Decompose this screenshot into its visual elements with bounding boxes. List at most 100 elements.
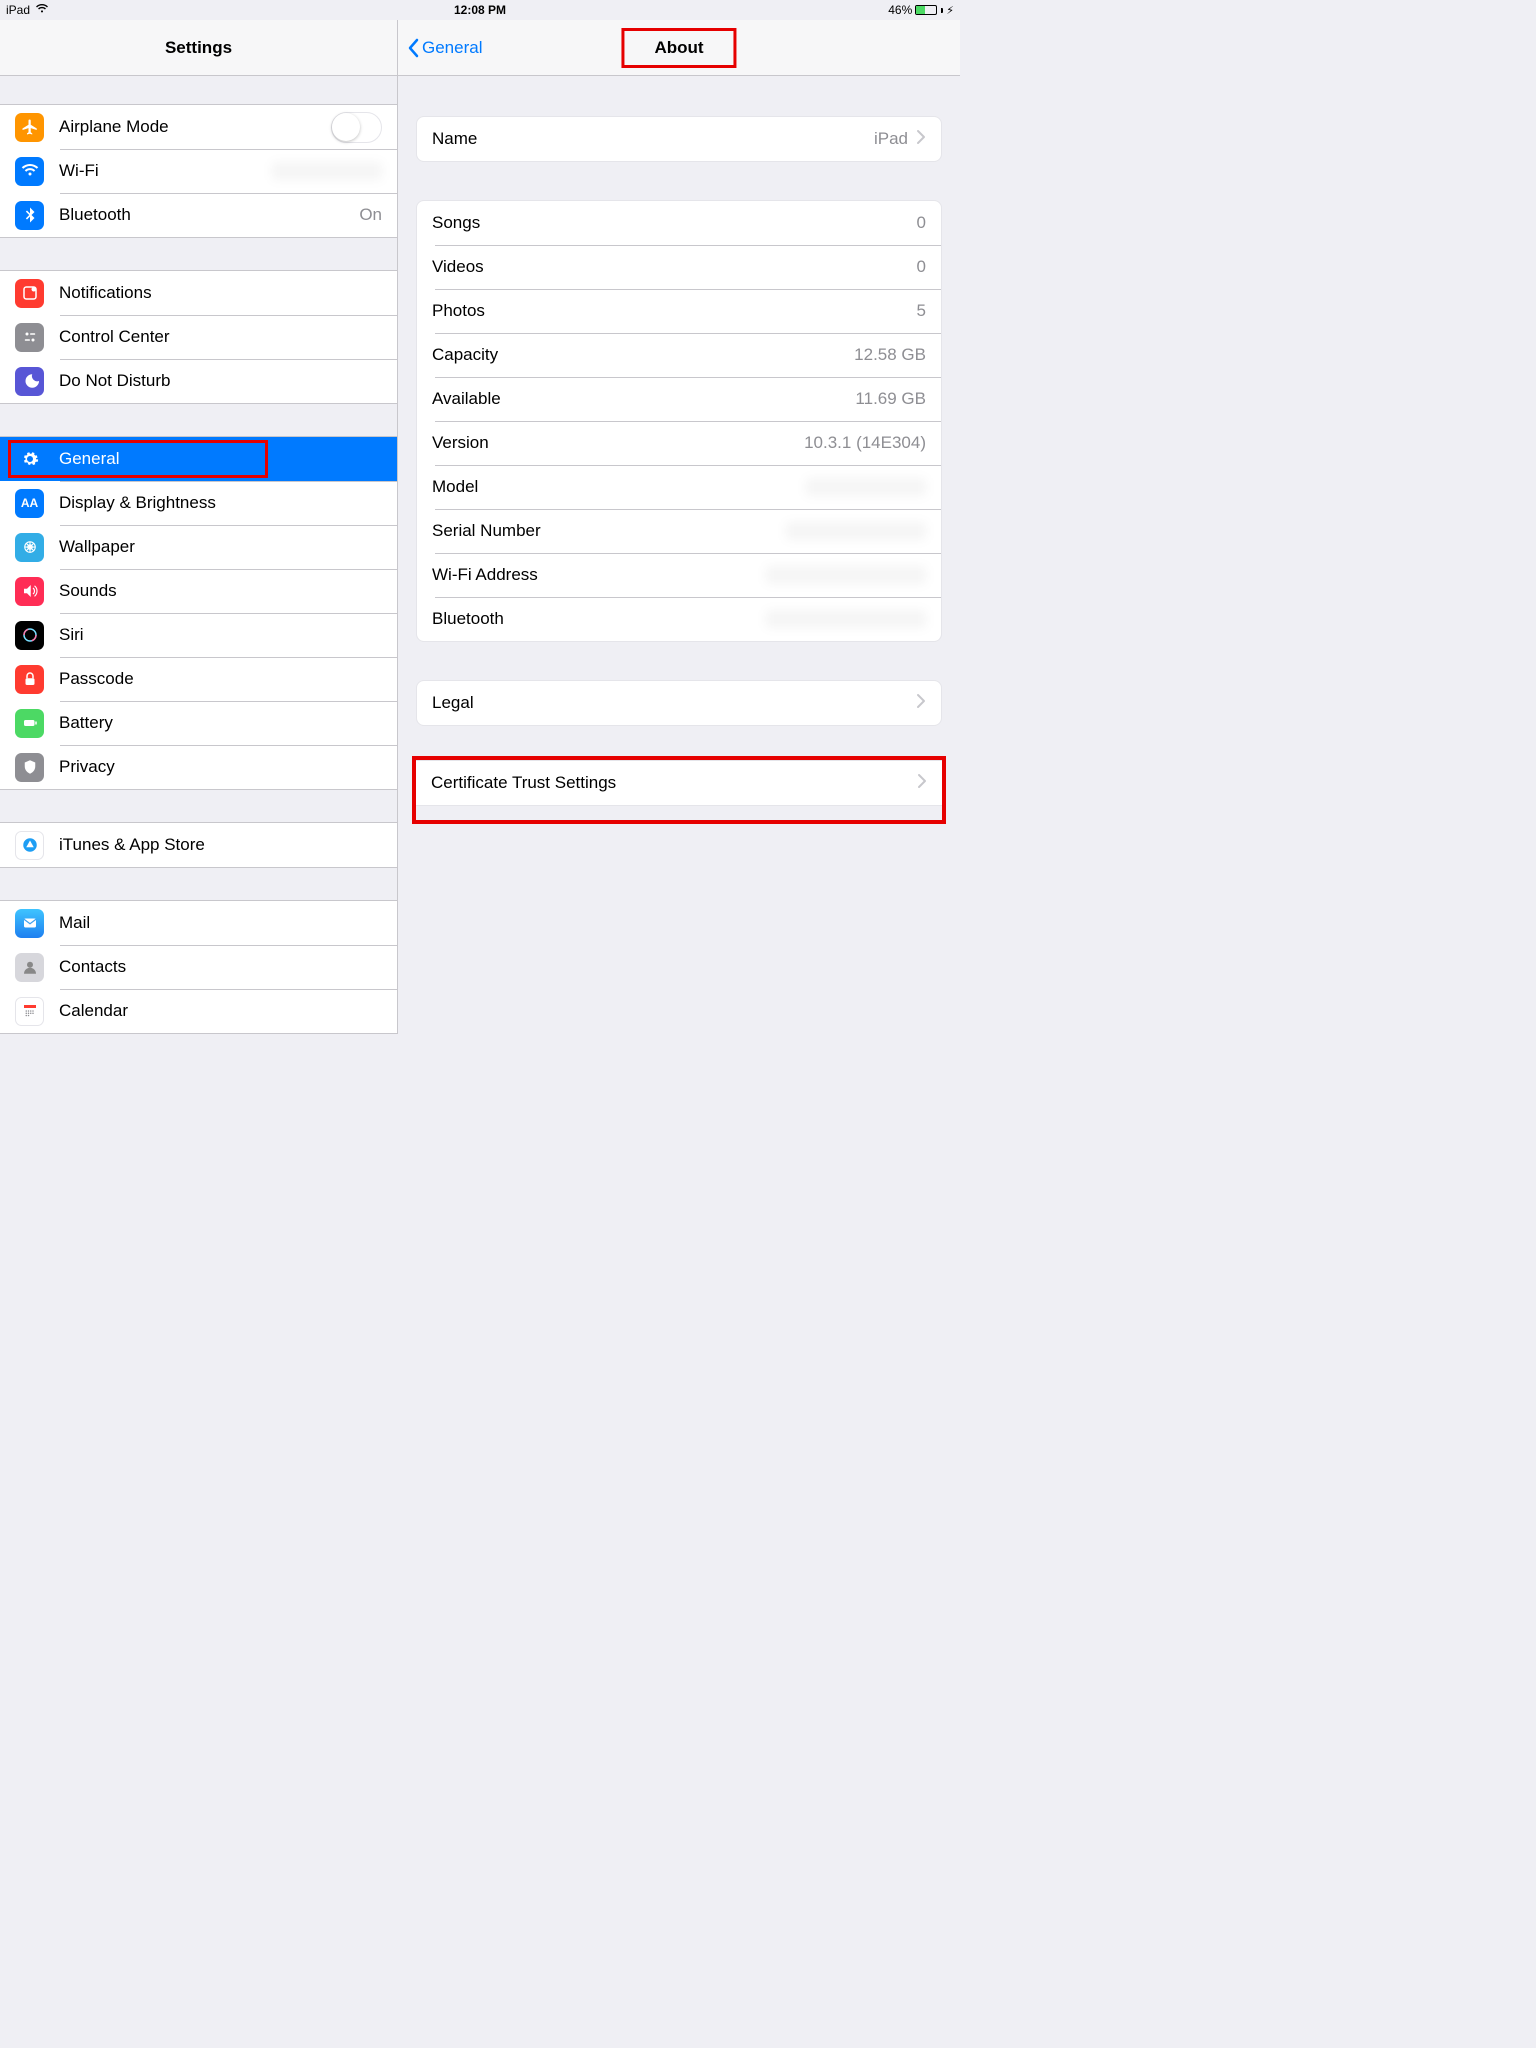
appstore-icon — [15, 831, 44, 860]
sidebar-item-mail[interactable]: Mail — [0, 901, 397, 945]
highlight-general — [8, 440, 268, 478]
sidebar-item-itunes[interactable]: iTunes & App Store — [0, 823, 397, 867]
clock: 12:08 PM — [0, 3, 960, 17]
capacity-label: Capacity — [432, 345, 498, 365]
sidebar-item-airplane-mode[interactable]: Airplane Mode — [0, 105, 397, 149]
videos-label: Videos — [432, 257, 484, 277]
battery-settings-icon — [15, 709, 44, 738]
sidebar-item-siri[interactable]: Siri — [0, 613, 397, 657]
model-label: Model — [432, 477, 478, 497]
bluetooth-settings-icon — [15, 201, 44, 230]
about-serial-row: Serial Number — [417, 509, 941, 553]
about-capacity-row: Capacity 12.58 GB — [417, 333, 941, 377]
sidebar-item-wifi[interactable]: Wi-Fi — [0, 149, 397, 193]
about-stats-group: Songs0 Videos0 Photos5 Capacity12.58 GB … — [416, 200, 942, 642]
passcode-label: Passcode — [59, 669, 134, 689]
sidebar-item-general[interactable]: General — [0, 437, 397, 481]
siri-icon — [15, 621, 44, 650]
privacy-label: Privacy — [59, 757, 115, 777]
sidebar-item-control-center[interactable]: Control Center — [0, 315, 397, 359]
photos-label: Photos — [432, 301, 485, 321]
sidebar-title: Settings — [165, 38, 232, 58]
airplane-label: Airplane Mode — [59, 117, 169, 137]
battery-label: Battery — [59, 713, 113, 733]
about-photos-row: Photos 5 — [417, 289, 941, 333]
model-value — [806, 478, 926, 496]
back-label: General — [422, 38, 482, 58]
detail-nav: General About — [398, 20, 960, 76]
calendar-icon — [15, 997, 44, 1026]
siri-label: Siri — [59, 625, 84, 645]
display-icon: AA — [15, 489, 44, 518]
about-model-row: Model — [417, 465, 941, 509]
detail-pane: General About Name iPad Songs0 — [398, 20, 960, 1034]
back-button[interactable]: General — [406, 38, 482, 58]
bt-addr-label: Bluetooth — [432, 609, 504, 629]
control-center-icon — [15, 323, 44, 352]
wifi-addr-label: Wi-Fi Address — [432, 565, 538, 585]
sidebar-nav: Settings — [0, 20, 397, 76]
about-available-row: Available11.69 GB — [417, 377, 941, 421]
sidebar-item-display[interactable]: AA Display & Brightness — [0, 481, 397, 525]
sidebar-item-passcode[interactable]: Passcode — [0, 657, 397, 701]
about-wifi-addr-row: Wi-Fi Address — [417, 553, 941, 597]
battery-percent: 46% — [888, 3, 912, 17]
about-name-row[interactable]: Name iPad — [417, 117, 941, 161]
highlight-about-title: About — [621, 28, 736, 68]
contacts-label: Contacts — [59, 957, 126, 977]
general-label: General — [59, 449, 119, 469]
available-value: 11.69 GB — [855, 389, 926, 409]
sidebar-item-wallpaper[interactable]: Wallpaper — [0, 525, 397, 569]
bluetooth-value: On — [359, 205, 382, 225]
about-name-label: Name — [432, 129, 477, 149]
songs-value: 0 — [917, 213, 926, 233]
about-legal-row[interactable]: Legal — [417, 681, 941, 725]
control-center-label: Control Center — [59, 327, 170, 347]
itunes-label: iTunes & App Store — [59, 835, 205, 855]
notifications-icon — [15, 279, 44, 308]
sidebar-item-battery[interactable]: Battery — [0, 701, 397, 745]
capacity-value: 12.58 GB — [854, 345, 926, 365]
dnd-icon — [15, 367, 44, 396]
about-name-group: Name iPad — [416, 116, 942, 162]
sidebar-item-bluetooth[interactable]: Bluetooth On — [0, 193, 397, 237]
dnd-label: Do Not Disturb — [59, 371, 170, 391]
about-name-value: iPad — [874, 129, 908, 149]
passcode-icon — [15, 665, 44, 694]
about-legal-group: Legal — [416, 680, 942, 726]
device-label: iPad — [6, 3, 30, 17]
sidebar-item-dnd[interactable]: Do Not Disturb — [0, 359, 397, 403]
sidebar-item-privacy[interactable]: Privacy — [0, 745, 397, 789]
settings-sidebar: Settings Airplane Mode Wi-Fi Bluetooth — [0, 20, 398, 1034]
battery-icon — [915, 5, 937, 15]
airplane-toggle[interactable] — [331, 112, 382, 143]
sounds-label: Sounds — [59, 581, 117, 601]
chevron-right-icon — [916, 129, 926, 150]
gear-icon — [15, 445, 44, 474]
calendar-label: Calendar — [59, 1001, 128, 1021]
about-bt-addr-row: Bluetooth — [417, 597, 941, 641]
chevron-right-icon — [916, 693, 926, 714]
serial-label: Serial Number — [432, 521, 541, 541]
sidebar-item-sounds[interactable]: Sounds — [0, 569, 397, 613]
sidebar-item-calendar[interactable]: Calendar — [0, 989, 397, 1033]
sounds-icon — [15, 577, 44, 606]
wifi-icon — [35, 3, 49, 17]
highlight-certificate-trust: Certificate Trust Settings — [412, 756, 946, 824]
version-value: 10.3.1 (14E304) — [804, 433, 926, 453]
contacts-icon — [15, 953, 44, 982]
display-label: Display & Brightness — [59, 493, 216, 513]
mail-icon — [15, 909, 44, 938]
wifi-value — [272, 162, 382, 180]
wifi-settings-icon — [15, 157, 44, 186]
photos-value: 5 — [917, 301, 926, 321]
legal-label: Legal — [432, 693, 474, 713]
about-version-row: Version10.3.1 (14E304) — [417, 421, 941, 465]
about-cert-trust-row[interactable]: Certificate Trust Settings — [416, 761, 942, 805]
status-bar: iPad 12:08 PM 46% ⚡︎ — [0, 0, 960, 20]
charging-icon: ⚡︎ — [946, 4, 954, 17]
sidebar-item-notifications[interactable]: Notifications — [0, 271, 397, 315]
sidebar-item-contacts[interactable]: Contacts — [0, 945, 397, 989]
about-videos-row: Videos0 — [417, 245, 941, 289]
privacy-icon — [15, 753, 44, 782]
